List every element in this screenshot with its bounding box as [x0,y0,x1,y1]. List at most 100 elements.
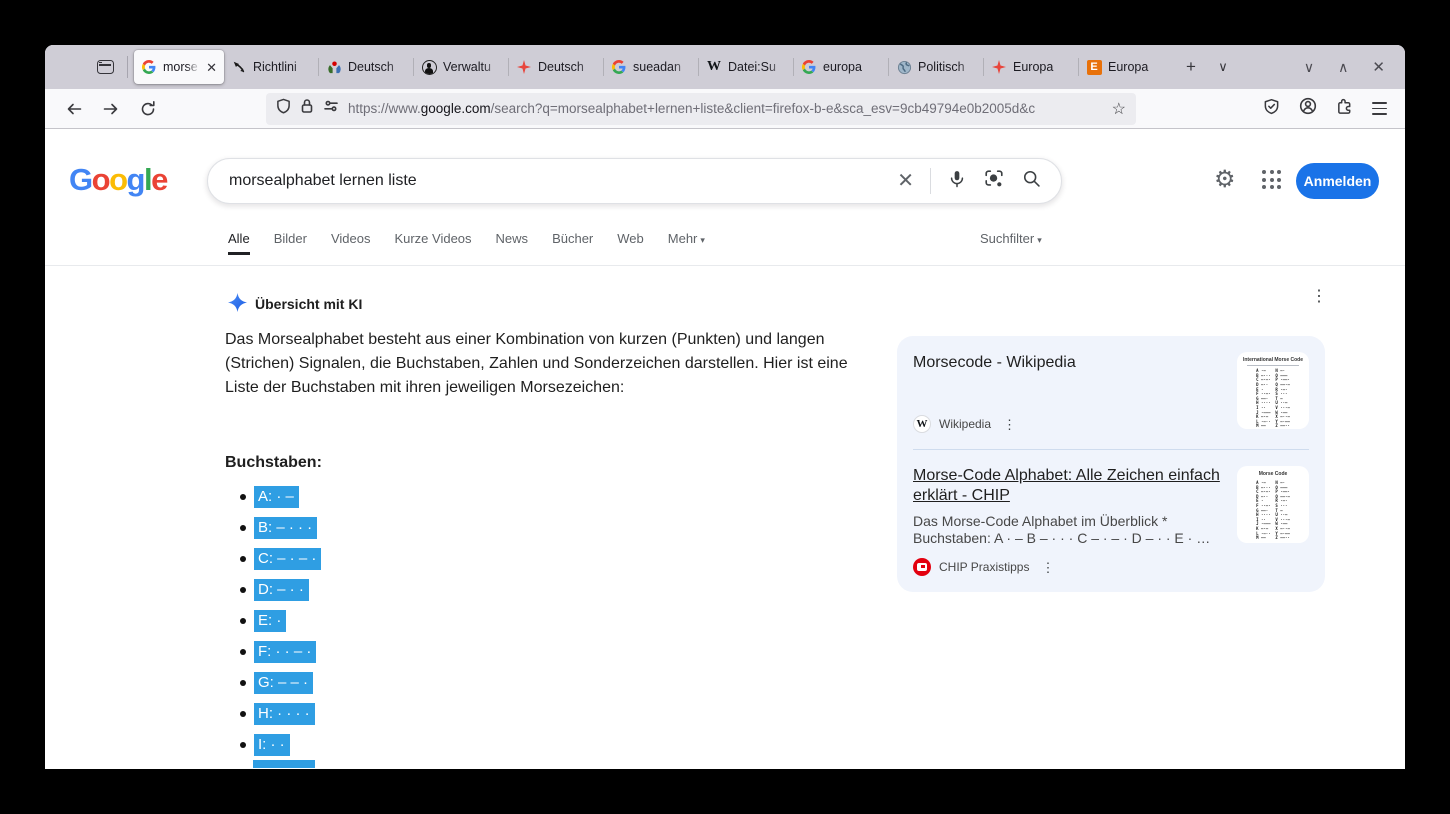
more-dropdown[interactable]: Mehr▾ [668,231,705,246]
list-item: D: – · · [225,574,321,605]
search-filter-dropdown[interactable]: Suchfilter▾ [980,231,1042,246]
wikipedia-w-icon: W [913,415,931,433]
tab-verwaltung[interactable]: Verwaltu [414,50,509,84]
desktop-background: { "browser": { "tabs": [ {"label":"morse… [0,0,1450,814]
list-item: B: – · · · [225,512,321,543]
url-scheme: https://www. [348,101,421,116]
wikipedia-w-favicon: W [706,59,722,75]
selected-morse-text: G: – – · [254,672,313,694]
window-controls: ∨ ∧ ✕ [1304,58,1405,76]
google-apps-grid-icon[interactable] [1262,170,1281,189]
source-thumbnail[interactable]: International Morse Code A ·– N –· B –··… [1237,352,1309,429]
search-input[interactable]: morsealphabet lernen liste [229,172,897,190]
tab-politisch[interactable]: Politisch [889,50,984,84]
selected-morse-text: A: · – [254,486,299,508]
ai-overview-kebab-icon[interactable]: ⋮ [1311,289,1327,305]
tab-datei[interactable]: W Datei:Su [699,50,794,84]
tab-label: Politisch [918,60,977,74]
list-item: H: · · · · [225,698,321,729]
lock-icon[interactable] [300,98,314,119]
tab-label: sueadan [633,60,692,74]
reload-button[interactable] [133,94,163,124]
account-icon[interactable] [1299,97,1317,120]
selected-morse-text: C: – · – · [254,548,321,570]
source-thumbnail[interactable]: Morse Code A ·– N –· B –··· O ––– C –·–·… [1237,466,1309,543]
card-divider [913,449,1309,450]
url-domain: google.com [421,101,491,116]
new-tab-button[interactable]: + [1176,52,1206,82]
cursor-arrow-favicon [231,59,247,75]
back-button[interactable] [59,94,89,124]
permissions-icon[interactable] [323,99,339,118]
tab-deutsch-wikimedia[interactable]: Deutsch [319,50,414,84]
search-magnifier-icon[interactable] [1021,168,1042,194]
tab-europa-sparkle[interactable]: Europa [984,50,1079,84]
list-item: A: · – [225,481,321,512]
google-logo[interactable]: Google [69,162,167,198]
tab-alle[interactable]: Alle [228,231,250,246]
selected-morse-text: I: · · [254,734,290,756]
tab-videos[interactable]: Videos [331,231,371,246]
google-lens-icon[interactable] [983,168,1005,195]
forward-button[interactable] [96,94,126,124]
tab-buecher[interactable]: Bücher [552,231,593,246]
tab-close-icon[interactable]: ✕ [206,61,217,74]
list-tabs-dropdown[interactable]: ∨ [1208,52,1238,82]
extensions-icon[interactable] [1336,98,1353,120]
list-item: F: · · – · [225,636,321,667]
tab-bar: morse ✕ Richtlini Deutsch Verwaltu Deuts… [45,45,1405,89]
url-path: /search?q=morsealphabet+lernen+liste&cli… [491,101,1036,116]
list-item: G: – – · [225,667,321,698]
firefox-view-button[interactable] [89,51,121,83]
chip-logo-icon [913,558,931,576]
source-card-chip[interactable]: Morse-Code Alphabet: Alle Zeichen einfac… [913,466,1309,576]
ai-overview-label[interactable]: Übersicht mit KI [255,296,362,312]
result-type-tabs: Alle Bilder Videos Kurze Videos News Büc… [228,231,705,246]
bookmark-star-icon[interactable]: ☆ [1112,99,1126,119]
source-kebab-icon[interactable]: ⋮ [1041,561,1054,574]
clipped-selection-bar [253,760,315,768]
source-kebab-icon[interactable]: ⋮ [1003,418,1016,431]
shield-check-icon[interactable] [1263,98,1280,120]
minimize-button[interactable]: ∨ [1304,59,1314,76]
tab-active-morse[interactable]: morse ✕ [134,50,224,84]
url-bar[interactable]: https://www.google.com/search?q=morsealp… [266,93,1136,125]
page-viewport: Google morsealphabet lernen liste ✕ ⚙ An… [45,129,1405,768]
tab-label: Europa [1108,60,1167,74]
tracking-protection-shield-icon[interactable] [276,98,291,119]
red-sparkle-favicon [516,59,532,75]
google-g-favicon [801,59,817,75]
tab-web[interactable]: Web [617,231,644,246]
close-window-button[interactable]: ✕ [1372,58,1385,76]
google-g-favicon [141,59,157,75]
tab-deutsch-sparkle[interactable]: Deutsch [509,50,604,84]
tab-separator [127,56,128,78]
menu-hamburger-icon[interactable] [1372,102,1387,114]
search-box[interactable]: morsealphabet lernen liste ✕ [207,158,1062,204]
tab-label: europa [823,60,882,74]
tab-news[interactable]: News [496,231,529,246]
tab-kurze-videos[interactable]: Kurze Videos [394,231,471,246]
orange-e-favicon: E [1086,59,1102,75]
toolbar-right-icons [1263,97,1391,120]
microphone-icon[interactable] [947,169,967,194]
navigation-toolbar: https://www.google.com/search?q=morsealp… [45,89,1405,129]
tab-europa-google[interactable]: europa [794,50,889,84]
selected-morse-text: D: – · · [254,579,309,601]
url-text[interactable]: https://www.google.com/search?q=morsealp… [348,101,1103,116]
tab-richtlinien[interactable]: Richtlini [224,50,319,84]
selected-morse-text: B: – · · · [254,517,317,539]
settings-gear-icon[interactable]: ⚙ [1214,165,1236,193]
red-sparkle-favicon [991,59,1007,75]
clear-search-icon[interactable]: ✕ [897,171,914,191]
maximize-button[interactable]: ∧ [1338,59,1348,76]
tab-sueadan[interactable]: sueadan [604,50,699,84]
tab-europa-lexikon[interactable]: E Europa [1079,50,1174,84]
signin-button[interactable]: Anmelden [1296,163,1379,199]
selected-morse-text: E: · [254,610,286,632]
source-card-wikipedia[interactable]: Morsecode - Wikipedia W Wikipedia ⋮ Inte… [913,352,1309,433]
tab-bilder[interactable]: Bilder [274,231,307,246]
source-title[interactable]: Morsecode - Wikipedia [913,353,1223,373]
ai-sparkle-icon [228,293,247,317]
source-title-link[interactable]: Morse-Code Alphabet: Alle Zeichen einfac… [913,466,1223,506]
